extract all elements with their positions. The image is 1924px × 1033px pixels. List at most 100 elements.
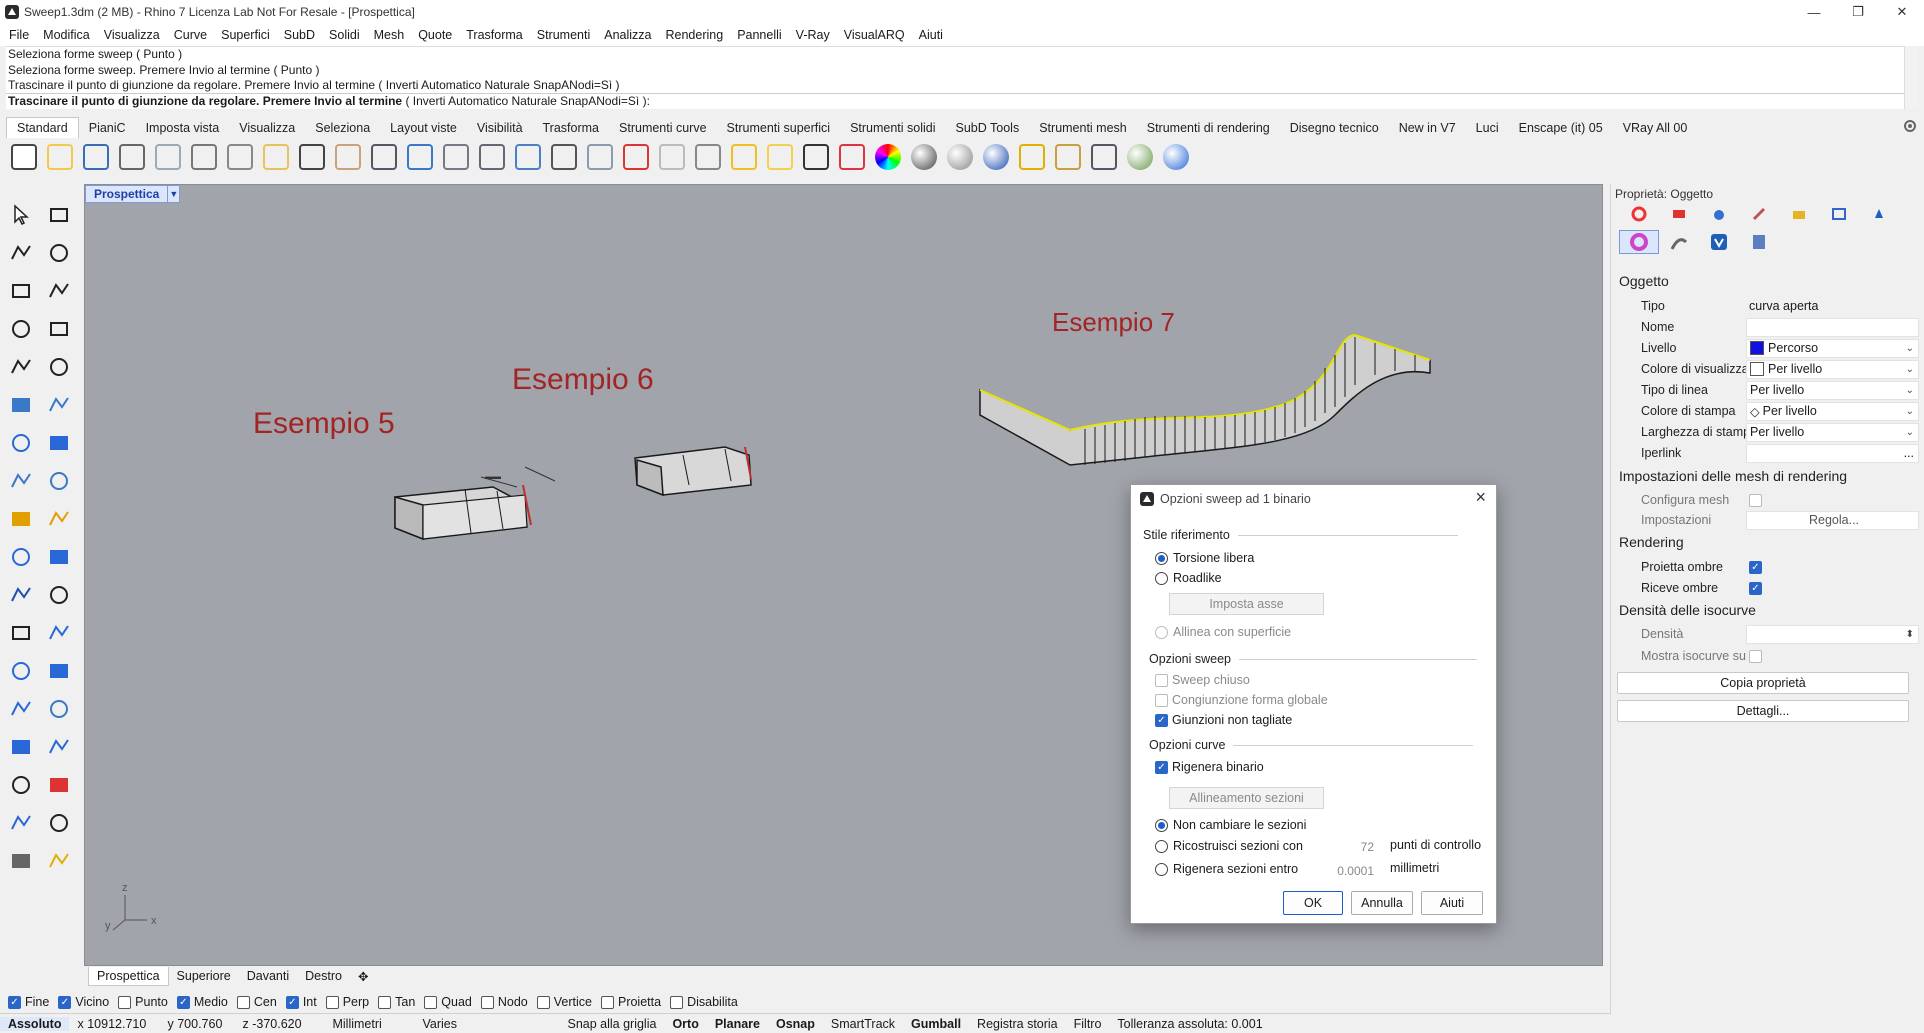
layers-tab-icon[interactable] [1659, 202, 1699, 226]
radio-non-cambiare[interactable] [1155, 818, 1168, 832]
display-tab-icon[interactable] [1739, 202, 1779, 226]
viewport-menu-arrow-icon[interactable]: ▼ [168, 185, 181, 203]
view-tab-superiore[interactable]: Superiore [169, 967, 239, 985]
osnap-checkbox[interactable] [536, 995, 550, 1009]
visualarq-props-tab-icon[interactable] [1739, 230, 1779, 254]
annulla-button[interactable]: Annulla [1351, 891, 1413, 915]
option-roadlike[interactable]: Roadlike [1155, 571, 1222, 585]
rotate-icon[interactable] [546, 140, 582, 174]
menu-quote[interactable]: Quote [411, 28, 459, 42]
option-rigenera-sezioni[interactable]: Rigenera sezioni entro [1155, 862, 1298, 876]
menu-strumenti[interactable]: Strumenti [530, 28, 598, 42]
status-planare[interactable]: Planare [707, 1017, 768, 1031]
light-icon[interactable] [762, 140, 798, 174]
tab-trasforma[interactable]: Trasforma [533, 118, 610, 138]
menu-subd[interactable]: SubD [277, 28, 322, 42]
menu-trasforma[interactable]: Trasforma [459, 28, 530, 42]
array-points-icon[interactable] [44, 580, 74, 610]
render-tab-icon[interactable] [1699, 202, 1739, 226]
cast-shadows-checkbox[interactable]: ✓ [1749, 560, 1762, 574]
osnap-disabilita[interactable]: Disabilita [670, 995, 738, 1009]
minimize-button[interactable]: — [1792, 0, 1836, 24]
help-icon[interactable] [1158, 140, 1194, 174]
blend-icon[interactable] [44, 732, 74, 762]
receive-shadows-checkbox[interactable]: ✓ [1749, 581, 1762, 595]
named-views-tab-icon[interactable] [1819, 202, 1859, 226]
trim-icon[interactable] [44, 504, 74, 534]
explode-icon[interactable] [6, 504, 36, 534]
layout-icon[interactable] [6, 808, 36, 838]
option-sweep-chiuso[interactable]: Sweep chiuso [1155, 673, 1250, 687]
osnap-checkbox[interactable]: ✓ [285, 995, 299, 1009]
curve-icon[interactable] [44, 238, 74, 268]
cylinder-icon[interactable] [6, 466, 36, 496]
osnap-checkbox[interactable]: ✓ [58, 995, 72, 1009]
sweep-object-example-7[interactable] [979, 334, 1431, 466]
property-value[interactable]: ◇ Per livello ⌄ [1746, 401, 1919, 421]
menu-visualizza[interactable]: Visualizza [97, 28, 167, 42]
cplane-icon[interactable] [654, 140, 690, 174]
dropdown-chevron-icon[interactable]: ⌄ [1906, 385, 1914, 396]
osnap-punto[interactable]: Punto [118, 995, 168, 1009]
imposta-asse-button[interactable]: Imposta asse [1169, 593, 1324, 615]
tab-strumenti-rendering[interactable]: Strumenti di rendering [1137, 118, 1280, 138]
command-prompt[interactable]: Trascinare il punto di giunzione da rego… [6, 93, 1906, 109]
view-tab-davanti[interactable]: Davanti [239, 967, 297, 985]
property-value[interactable]: Per livello ⌄ [1746, 359, 1919, 379]
split-icon[interactable] [6, 542, 36, 572]
tab-strumenti-mesh[interactable]: Strumenti mesh [1029, 118, 1137, 138]
group-icon[interactable] [6, 694, 36, 724]
tab-visualizza[interactable]: Visualizza [229, 118, 305, 138]
option-congiunzione-globale[interactable]: Congiunzione forma globale [1155, 693, 1328, 707]
arc-icon[interactable] [6, 314, 36, 344]
toolbar-settings-gear-icon[interactable] [1902, 118, 1918, 134]
property-value[interactable] [1746, 317, 1919, 337]
radio-rigenera-sezioni[interactable] [1155, 862, 1168, 876]
osnap-fine[interactable]: ✓ Fine [8, 995, 49, 1009]
osnap-vicino[interactable]: ✓ Vicino [58, 995, 109, 1009]
properties-tab-icon[interactable] [1619, 202, 1659, 226]
copy-icon[interactable] [222, 140, 258, 174]
sweep-object-example-5[interactable]: ▬▬ [394, 466, 556, 541]
option-rigenera-binario[interactable]: ✓ Rigenera binario [1155, 760, 1264, 774]
regola-button[interactable]: Regola... [1746, 510, 1919, 530]
tab-enscape[interactable]: Enscape (it) 05 [1509, 118, 1613, 138]
ellipse-icon[interactable] [44, 276, 74, 306]
osnap-checkbox[interactable] [424, 995, 438, 1009]
check-icon[interactable] [44, 808, 74, 838]
menu-file[interactable]: File [2, 28, 36, 42]
dropdown-chevron-icon[interactable]: ⌄ [1906, 406, 1914, 417]
undo-icon[interactable] [294, 140, 330, 174]
option-allinea-superficie[interactable]: Allinea con superficie [1155, 625, 1291, 639]
mesh-sphere-icon[interactable] [942, 140, 978, 174]
tab-pianic[interactable]: PianiC [79, 118, 136, 138]
radio-torsione-libera[interactable] [1155, 551, 1168, 565]
property-value[interactable]: Per livello ⌄ [1746, 422, 1919, 442]
osnap-nodo[interactable]: Nodo [480, 995, 528, 1009]
viewport-name[interactable]: Prospettica [85, 185, 169, 203]
checkbox-congiunzione-globale[interactable] [1155, 693, 1168, 707]
material-ball-icon[interactable] [906, 140, 942, 174]
dropdown-chevron-icon[interactable]: ⌄ [1906, 343, 1914, 354]
tab-standard[interactable]: Standard [6, 117, 79, 138]
osnap-tan[interactable]: Tan [378, 995, 415, 1009]
menu-modifica[interactable]: Modifica [36, 28, 97, 42]
radio-roadlike[interactable] [1155, 571, 1168, 585]
add-view-tab-icon[interactable]: ✥ [350, 967, 376, 986]
density-input[interactable]: ⬍ [1746, 624, 1919, 644]
tab-vray[interactable]: VRay All 00 [1613, 118, 1698, 138]
option-non-cambiare[interactable]: Non cambiare le sezioni [1155, 818, 1306, 832]
save-icon[interactable] [78, 140, 114, 174]
color-wheel-icon[interactable] [870, 140, 906, 174]
box-icon[interactable] [6, 428, 36, 458]
tab-subd-tools[interactable]: SubD Tools [946, 118, 1030, 138]
lock-icon[interactable] [798, 140, 834, 174]
close-window-button[interactable]: ✕ [1880, 0, 1924, 24]
ok-button[interactable]: OK [1283, 891, 1343, 915]
configura-mesh-checkbox[interactable] [1749, 493, 1762, 507]
menu-solidi[interactable]: Solidi [322, 28, 367, 42]
refit-tolerance-input[interactable]: 0.0001 [1326, 862, 1376, 880]
osnap-perp[interactable]: Perp [325, 995, 369, 1009]
property-value[interactable]: Per livello ⌄ [1746, 380, 1919, 400]
rotate-view-icon[interactable] [366, 140, 402, 174]
